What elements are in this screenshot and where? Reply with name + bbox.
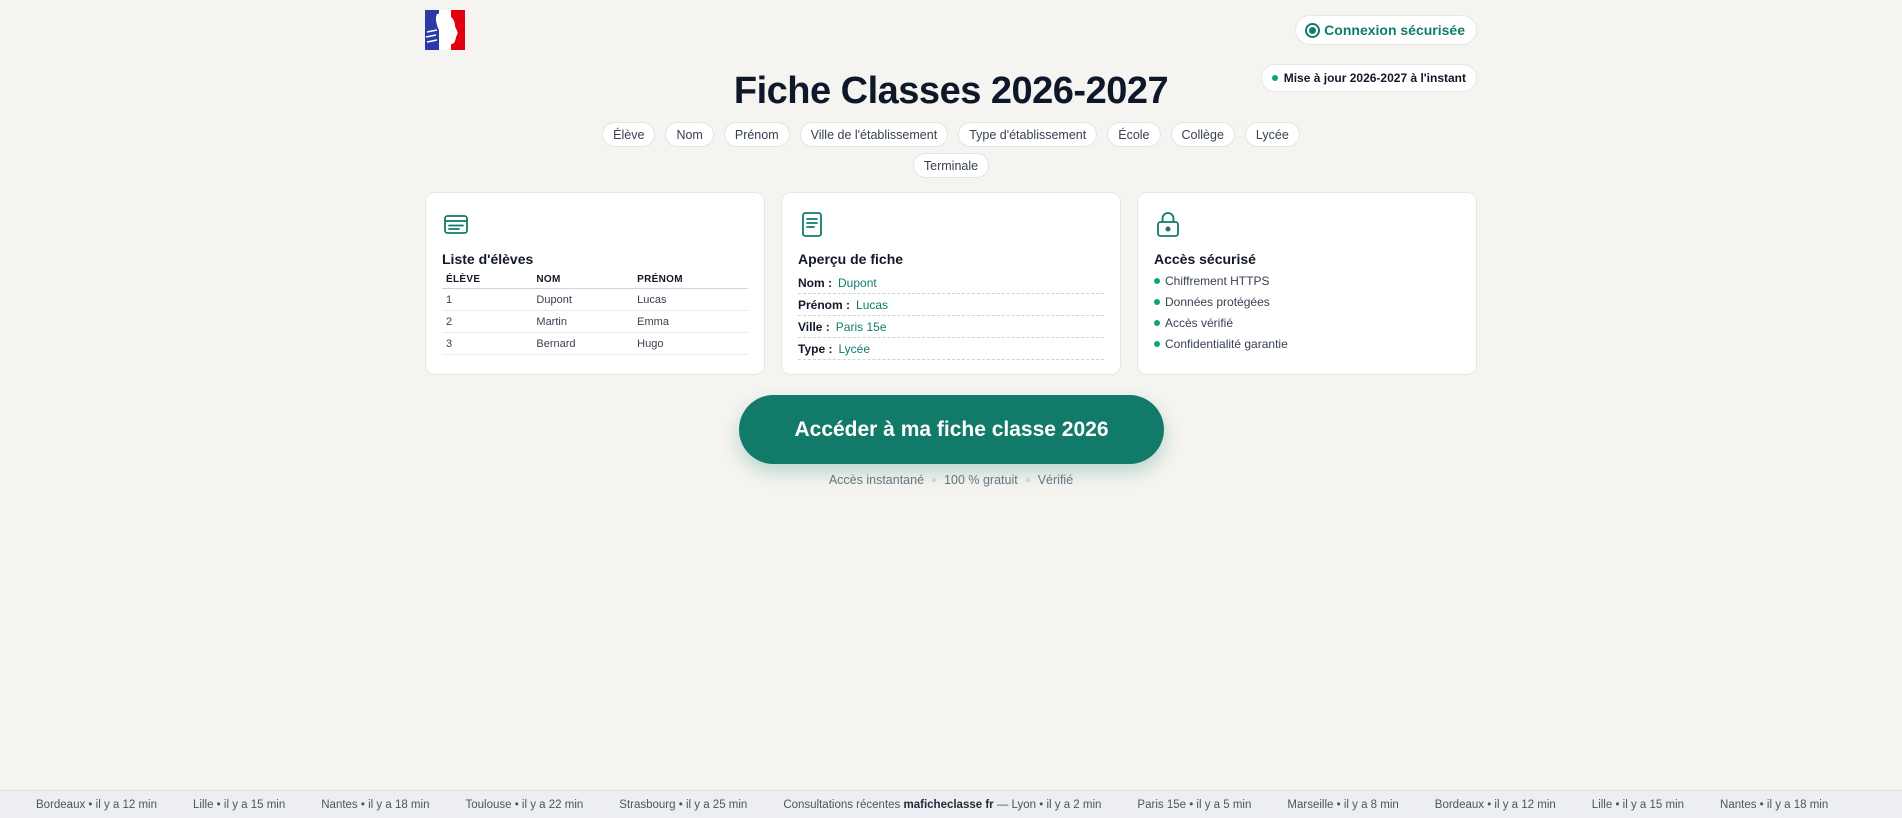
ticker-item: Nantes • il y a 18 min bbox=[1720, 799, 1829, 811]
secure-connection-badge: Connexion sécurisée bbox=[1295, 15, 1477, 45]
preview-card: Aperçu de fiche Nom : Dupont Prénom : Lu… bbox=[781, 192, 1121, 375]
ticker-item: Toulouse • il y a 22 min bbox=[465, 799, 584, 811]
table-cell: Martin bbox=[532, 310, 634, 333]
table-cell: Lucas bbox=[633, 288, 748, 311]
table-cell: Hugo bbox=[633, 332, 748, 355]
list-item: Données protégées bbox=[1154, 295, 1460, 309]
security-item-label: Confidentialité garantie bbox=[1165, 337, 1288, 351]
table-cell: 3 bbox=[442, 332, 533, 355]
student-table: ÉLÈVE NOM PRÉNOM 1 Dupont Lucas 2 Martin… bbox=[442, 274, 748, 355]
table-cell: 1 bbox=[442, 288, 533, 311]
security-item-label: Chiffrement HTTPS bbox=[1165, 274, 1270, 288]
field-value: Dupont bbox=[838, 276, 877, 290]
column-header-nom: NOM bbox=[532, 274, 634, 289]
page-container: Connexion sécurisée Mise à jour 2026-202… bbox=[425, 0, 1477, 790]
card-list-icon bbox=[444, 215, 468, 234]
student-list-title: Liste d'élèves bbox=[442, 251, 534, 267]
security-card: Accès sécurisé Chiffrement HTTPS Données… bbox=[1137, 192, 1477, 375]
tag-college[interactable]: Collège bbox=[1170, 122, 1235, 147]
column-header-eleve: ÉLÈVE bbox=[442, 274, 533, 289]
preview-field-ville: Ville : Paris 15e bbox=[798, 318, 1104, 338]
document-icon bbox=[802, 212, 822, 237]
preview-field-prenom: Prénom : Lucas bbox=[798, 296, 1104, 316]
field-label: Nom : bbox=[798, 276, 832, 290]
table-cell: Emma bbox=[633, 310, 748, 333]
list-item: Accès vérifié bbox=[1154, 316, 1460, 330]
preview-field-type: Type : Lycée bbox=[798, 340, 1104, 360]
ticker-item: Nantes • il y a 18 min bbox=[321, 799, 430, 811]
table-cell: Dupont bbox=[532, 288, 634, 311]
cta-subtext: Accès instantané 100 % gratuit Vérifié bbox=[425, 473, 1477, 487]
tag-list: Élève Nom Prénom Ville de l'établissemen… bbox=[595, 122, 1307, 178]
ticker-item: Lille • il y a 15 min bbox=[193, 799, 286, 811]
field-label: Type : bbox=[798, 342, 833, 356]
marianne-logo bbox=[425, 10, 465, 50]
ticker-item: Bordeaux • il y a 12 min bbox=[36, 799, 158, 811]
list-item: Chiffrement HTTPS bbox=[1154, 274, 1460, 288]
field-label: Ville : bbox=[798, 320, 830, 334]
secure-connection-label: Connexion sécurisée bbox=[1324, 22, 1465, 38]
ticker-recent-label: Consultations récentes bbox=[783, 799, 904, 811]
separator-dot bbox=[932, 478, 937, 482]
tag-lycee[interactable]: Lycée bbox=[1244, 122, 1300, 147]
tag-eleve[interactable]: Élève bbox=[602, 122, 656, 147]
page-title: Fiche Classes 2026-2027 bbox=[733, 70, 1169, 112]
tag-ville-etablissement[interactable]: Ville de l'établissement bbox=[799, 122, 949, 147]
cta-sub-instant: Accès instantané bbox=[828, 473, 925, 487]
preview-title: Aperçu de fiche bbox=[798, 251, 904, 267]
lock-icon bbox=[1157, 212, 1179, 237]
security-title: Accès sécurisé bbox=[1154, 251, 1256, 267]
ticker-item: Paris 15e • il y a 5 min bbox=[1137, 799, 1252, 811]
student-list-card: Liste d'élèves ÉLÈVE NOM PRÉNOM 1 Dupont… bbox=[425, 192, 765, 375]
ticker-item: Bordeaux • il y a 12 min bbox=[1434, 799, 1556, 811]
security-item-label: Accès vérifié bbox=[1165, 316, 1234, 330]
list-item: Confidentialité garantie bbox=[1154, 337, 1460, 351]
tag-type-etablissement[interactable]: Type d'établissement bbox=[958, 122, 1098, 147]
preview-field-nom: Nom : Dupont bbox=[798, 274, 1104, 294]
field-value: Lycée bbox=[838, 342, 871, 356]
table-row: 3 Bernard Hugo bbox=[442, 332, 748, 355]
table-row: 1 Dupont Lucas bbox=[442, 288, 748, 311]
ticker-item: Strasbourg • il y a 25 min bbox=[619, 799, 748, 811]
feature-cards: Liste d'élèves ÉLÈVE NOM PRÉNOM 1 Dupont… bbox=[425, 192, 1477, 375]
cta-sub-free: 100 % gratuit bbox=[944, 473, 1018, 487]
field-label: Prénom : bbox=[798, 298, 851, 312]
security-item-label: Données protégées bbox=[1165, 295, 1270, 309]
separator-dot bbox=[1025, 478, 1030, 482]
bullet-icon bbox=[1154, 299, 1160, 305]
access-fiche-button[interactable]: Accéder à ma fiche classe 2026 bbox=[739, 395, 1164, 464]
column-header-prenom: PRÉNOM bbox=[633, 274, 748, 289]
ticker-item-recent: Consultations récentes maficheclasse fr … bbox=[783, 799, 1101, 811]
tag-ecole[interactable]: École bbox=[1107, 122, 1161, 147]
table-row: 2 Martin Emma bbox=[442, 310, 748, 333]
secure-status-icon bbox=[1305, 22, 1321, 38]
tag-nom[interactable]: Nom bbox=[665, 122, 714, 147]
bullet-icon bbox=[1154, 278, 1160, 284]
bullet-icon bbox=[1154, 341, 1160, 347]
bullet-icon bbox=[1154, 320, 1160, 326]
table-cell: 2 bbox=[442, 310, 533, 333]
table-cell: Bernard bbox=[532, 332, 634, 355]
ticker-item: Marseille • il y a 8 min bbox=[1287, 799, 1399, 811]
field-value: Paris 15e bbox=[835, 320, 887, 334]
cta-sub-verified: Vérifié bbox=[1037, 473, 1074, 487]
ticker-track: Bordeaux • il y a 12 min Lille • il y a … bbox=[36, 791, 1828, 818]
ticker-brand-suffix: — Lyon • il y a 2 min bbox=[993, 799, 1102, 811]
security-list: Chiffrement HTTPS Données protégées Accè… bbox=[1154, 274, 1460, 351]
ticker-item: Lille • il y a 15 min bbox=[1591, 799, 1685, 811]
field-value: Lucas bbox=[856, 298, 889, 312]
tag-prenom[interactable]: Prénom bbox=[723, 122, 790, 147]
tag-terminale[interactable]: Terminale bbox=[912, 153, 990, 178]
recent-activity-ticker: Bordeaux • il y a 12 min Lille • il y a … bbox=[0, 790, 1902, 818]
ticker-brand: maficheclasse fr bbox=[903, 799, 994, 811]
table-header-row: ÉLÈVE NOM PRÉNOM bbox=[442, 274, 748, 289]
